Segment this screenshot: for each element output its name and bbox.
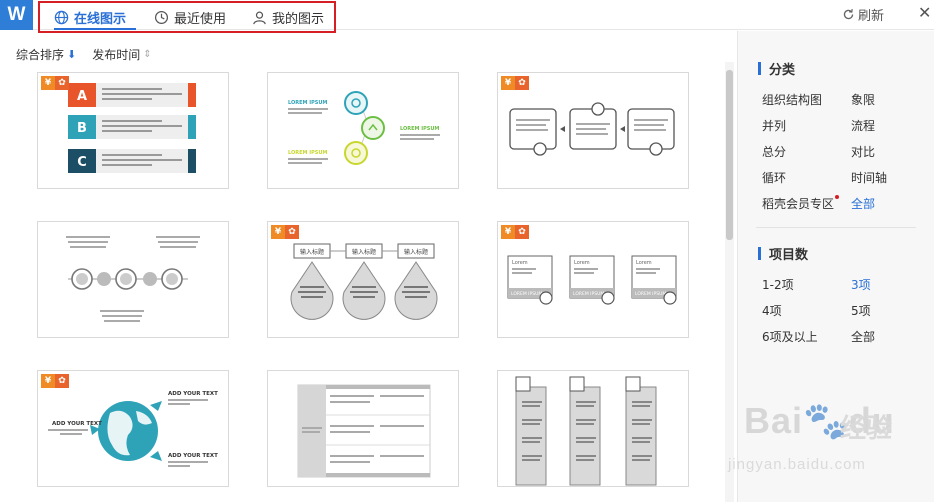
yen-icon: ¥	[271, 225, 285, 239]
sort-updown-icon: ⇕	[143, 49, 152, 60]
template-card-globe[interactable]: ¥ ✿ ADD YOUR TEXT ADD YOUR TEXT ADD YOUR…	[37, 370, 229, 487]
sort-down-icon: ⬇	[67, 48, 77, 61]
template-card-circle-flow[interactable]: LOREM IPSUM LOREM IPSUM LOREM IPSUM	[267, 72, 459, 189]
leaf-icon: ✿	[515, 225, 529, 239]
tab-mine-label: 我的图示	[272, 11, 325, 27]
category-timeline[interactable]: 时间轴	[851, 169, 887, 186]
count-title: 项目数	[758, 244, 808, 263]
count-all[interactable]: 全部	[851, 328, 875, 345]
scrollbar-thumb[interactable]	[726, 70, 733, 240]
category-parallel[interactable]: 并列	[762, 117, 786, 134]
category-org-chart[interactable]: 组织结构图	[762, 91, 822, 108]
clock-icon	[154, 10, 169, 24]
lorem-label-1: LOREM IPSUM	[288, 100, 327, 106]
template-card-table[interactable]	[267, 370, 459, 487]
sort-composite-label: 综合排序	[16, 48, 65, 62]
template-card-circle-timeline[interactable]	[37, 221, 229, 338]
refresh-icon	[843, 9, 854, 20]
close-icon[interactable]: ✕	[918, 3, 931, 22]
drop-title-1: 输入标题	[300, 248, 324, 256]
tab-online-diagrams[interactable]: 在线图示	[54, 5, 126, 29]
new-dot-indicator	[835, 195, 839, 199]
yen-icon: ¥	[41, 374, 55, 388]
letter-b: B	[77, 121, 87, 136]
leaf-icon: ✿	[515, 76, 529, 90]
sort-bar: 综合排序 ⬇ 发布时间 ⇕	[16, 46, 168, 63]
yen-icon: ¥	[41, 76, 55, 90]
category-quadrant[interactable]: 象限	[851, 91, 875, 108]
card-footer-2: LOREM IPSUM	[573, 291, 604, 297]
template-thumbnail: 输入标题 输入标题 输入标题	[290, 243, 438, 320]
sort-time-button[interactable]: 发布时间 ⇕	[92, 46, 151, 63]
card-footer-3: LOREM IPSUM	[635, 291, 666, 297]
leaf-icon: ✿	[285, 225, 299, 239]
lorem-label-2: LOREM IPSUM	[400, 126, 439, 132]
globe-text-2: ADD YOUR TEXT	[52, 421, 102, 427]
premium-badges: ¥ ✿	[501, 225, 529, 239]
premium-badges: ¥ ✿	[41, 374, 69, 388]
tab-group-highlight: 在线图示 最近使用 我的图示	[38, 1, 336, 33]
diagram-template-window: W 在线图示 最近使用 我的图示 刷新 ✕ 综合排序 ⬇ 发布时间 ⇕ ¥ ✿ …	[0, 0, 934, 502]
category-title: 分类	[758, 59, 795, 78]
template-thumbnail: Lorem Lorem Lorem LOREM IPSUM LOREM IPSU…	[507, 255, 677, 305]
card-lorem-1: Lorem	[512, 260, 528, 266]
template-card-three-boxes[interactable]: ¥ ✿	[497, 72, 689, 189]
count-6-plus[interactable]: 6项及以上	[762, 328, 818, 345]
globe-icon	[54, 10, 69, 24]
top-bar: W 在线图示 最近使用 我的图示 刷新 ✕	[0, 0, 934, 33]
tab-online-label: 在线图示	[74, 11, 127, 27]
category-cycle[interactable]: 循环	[762, 169, 786, 186]
template-thumbnail	[297, 384, 431, 478]
count-5[interactable]: 5项	[851, 302, 871, 319]
drop-title-2: 输入标题	[352, 248, 376, 256]
tab-recent[interactable]: 最近使用	[154, 5, 226, 29]
lorem-label-3: LOREM IPSUM	[288, 150, 327, 156]
template-thumbnail	[66, 236, 200, 322]
count-4[interactable]: 4项	[762, 302, 782, 319]
letter-c: C	[77, 155, 87, 170]
template-card-drops[interactable]: ¥ ✿ 输入标题 输入标题 输入标题	[267, 221, 459, 338]
template-thumbnail: A B C	[68, 83, 196, 173]
category-compare[interactable]: 对比	[851, 143, 875, 160]
category-member-zone[interactable]: 稻壳会员专区	[762, 195, 834, 212]
category-total-sub[interactable]: 总分	[762, 143, 786, 160]
template-card-columns[interactable]	[497, 370, 689, 487]
premium-badges: ¥ ✿	[41, 76, 69, 90]
yen-icon: ¥	[501, 76, 515, 90]
premium-badges: ¥ ✿	[501, 76, 529, 90]
active-tab-indicator	[54, 28, 136, 30]
sort-composite-button[interactable]: 综合排序 ⬇	[16, 46, 76, 63]
sort-time-label: 发布时间	[92, 48, 141, 62]
card-lorem-3: Lorem	[636, 260, 652, 266]
template-card-search-cards[interactable]: ¥ ✿ Lorem Lorem Lorem LOREM IPSUM LOREM …	[497, 221, 689, 338]
drop-title-3: 输入标题	[404, 248, 428, 256]
yen-icon: ¥	[501, 225, 515, 239]
template-thumbnail	[515, 376, 657, 486]
filter-sidebar: 分类 组织结构图 象限 并列 流程 总分 对比 循环 时间轴 稻壳会员专区 全部…	[737, 31, 934, 502]
template-thumbnail	[509, 102, 675, 156]
leaf-icon: ✿	[55, 374, 69, 388]
template-thumbnail: LOREM IPSUM LOREM IPSUM LOREM IPSUM	[288, 91, 440, 165]
count-1-2[interactable]: 1-2项	[762, 276, 794, 293]
leaf-icon: ✿	[55, 76, 69, 90]
tab-my-diagrams[interactable]: 我的图示	[252, 5, 324, 29]
category-process[interactable]: 流程	[851, 117, 875, 134]
count-3[interactable]: 3项	[851, 276, 871, 293]
tab-recent-label: 最近使用	[174, 11, 227, 27]
app-logo: W	[0, 0, 33, 30]
user-icon	[253, 11, 266, 24]
template-thumbnail: ADD YOUR TEXT ADD YOUR TEXT ADD YOUR TEX…	[48, 391, 218, 467]
card-lorem-2: Lorem	[574, 260, 590, 266]
section-divider	[756, 227, 916, 228]
refresh-button[interactable]: 刷新	[842, 5, 884, 24]
globe-text-3: ADD YOUR TEXT	[168, 453, 218, 459]
category-all[interactable]: 全部	[851, 195, 875, 212]
card-footer-1: LOREM IPSUM	[511, 291, 542, 297]
letter-a: A	[77, 89, 87, 104]
refresh-label: 刷新	[858, 9, 885, 24]
premium-badges: ¥ ✿	[271, 225, 299, 239]
globe-text-1: ADD YOUR TEXT	[168, 391, 218, 397]
template-card-abc-list[interactable]: ¥ ✿ A B C	[37, 72, 229, 189]
